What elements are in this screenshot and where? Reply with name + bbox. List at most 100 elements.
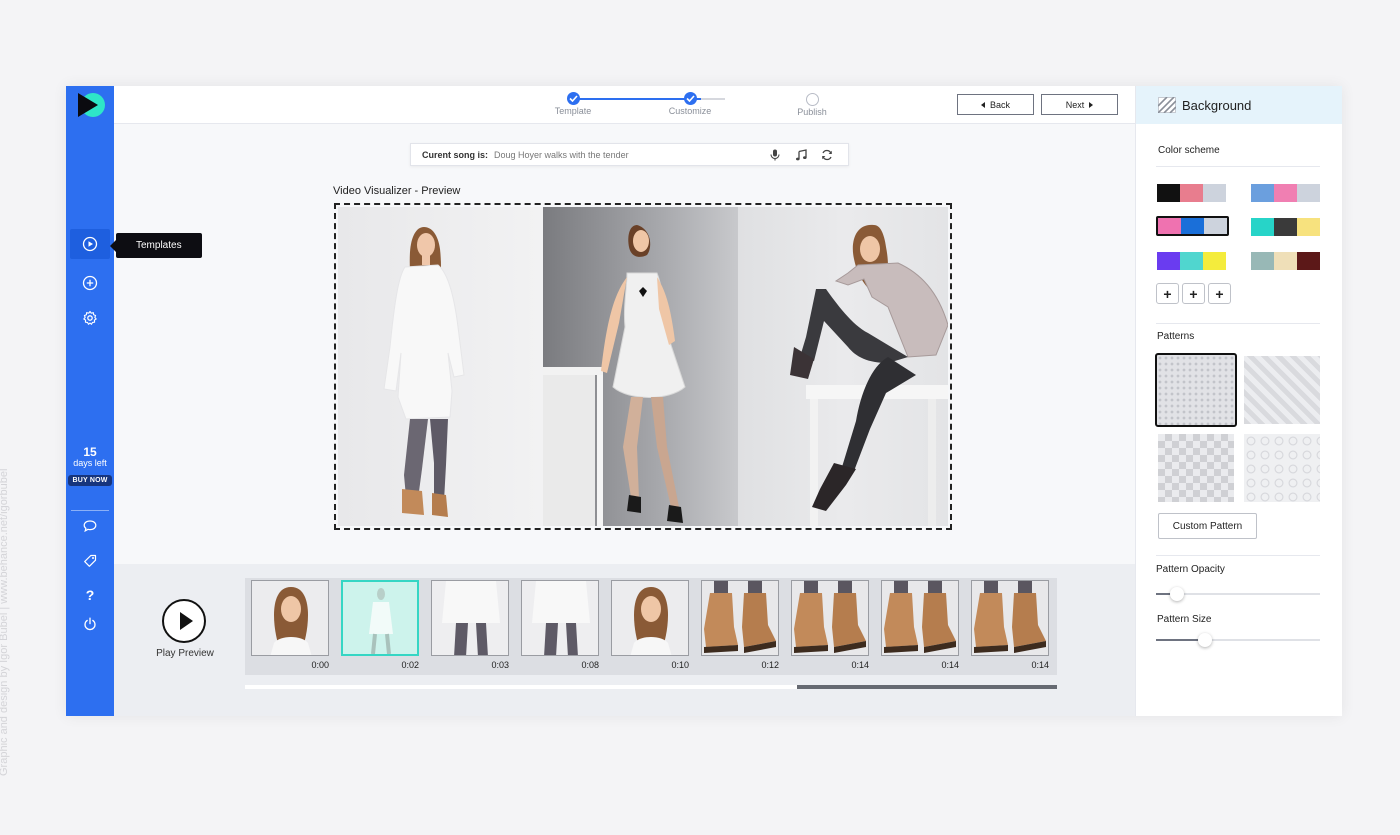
- color-scheme-swatch[interactable]: [1250, 251, 1321, 271]
- divider: [1156, 166, 1320, 167]
- color-scheme-swatch[interactable]: [1250, 217, 1321, 237]
- step-done-indicator: [566, 92, 580, 105]
- step-label: Customize: [668, 106, 712, 116]
- panel-header: Background: [1136, 86, 1342, 124]
- swatch-color: [1157, 252, 1180, 270]
- color-scheme-label: Color scheme: [1158, 145, 1220, 156]
- thumbnail-frame[interactable]: [971, 580, 1049, 656]
- timeline-scrollbar[interactable]: [245, 685, 1058, 689]
- app-logo[interactable]: [76, 92, 106, 118]
- slider-handle[interactable]: [1198, 633, 1213, 647]
- slider-handle[interactable]: [1170, 587, 1185, 601]
- pattern-diamonds[interactable]: [1158, 434, 1234, 502]
- thumbnail-image: [252, 581, 328, 655]
- step-publish[interactable]: Publish: [772, 93, 852, 117]
- timeline-thumbnail[interactable]: 0:14: [791, 580, 869, 675]
- thumbnail-image: [343, 582, 417, 654]
- sidebar-item-chat[interactable]: [70, 511, 110, 541]
- pattern-stripes[interactable]: [1244, 356, 1320, 424]
- buy-now-button[interactable]: BUY NOW: [68, 475, 112, 486]
- pattern-size-slider[interactable]: [1156, 633, 1320, 647]
- sidebar-item-settings[interactable]: [70, 303, 110, 333]
- pattern-circles[interactable]: [1244, 434, 1320, 502]
- pattern-opacity-label: Pattern Opacity: [1156, 564, 1225, 575]
- thumbnail-strip: 0:00 0:02 0:03 0:08 0:10 0:12 0:14 0:14 …: [245, 578, 1057, 675]
- color-scheme-swatch[interactable]: [1156, 183, 1227, 203]
- thumbnail-frame[interactable]: [701, 580, 779, 656]
- add-color-scheme-button[interactable]: +: [1182, 283, 1205, 304]
- step-label: Publish: [797, 107, 827, 117]
- timeline-scrollbar-thumb[interactable]: [797, 685, 1058, 689]
- timeline-thumbnail[interactable]: 0:14: [881, 580, 959, 675]
- swatch-color: [1251, 252, 1274, 270]
- thumbnail-image: [432, 581, 508, 655]
- thumbnail-frame[interactable]: [881, 580, 959, 656]
- timeline-thumbnail[interactable]: 0:14: [971, 580, 1049, 675]
- timeline-thumbnail[interactable]: 0:08: [521, 580, 599, 675]
- back-button-label: Back: [989, 99, 1010, 110]
- custom-pattern-button[interactable]: Custom Pattern: [1158, 513, 1257, 539]
- chat-bubble-icon: [83, 520, 97, 533]
- preview-photo-standing-model: [338, 207, 543, 526]
- sidebar-item-help[interactable]: ?: [70, 580, 110, 610]
- add-color-scheme-button[interactable]: +: [1208, 283, 1231, 304]
- thumbnail-frame[interactable]: [341, 580, 419, 656]
- timeline: Play Preview 0:00 0:02 0:03 0:08 0:10 0:…: [114, 564, 1135, 716]
- swatch-color: [1274, 218, 1297, 236]
- thumbnail-image: [522, 581, 598, 655]
- step-pending-indicator: [805, 93, 819, 106]
- thumbnail-frame[interactable]: [791, 580, 869, 656]
- microphone-icon[interactable]: [768, 148, 782, 162]
- timeline-thumbnail[interactable]: 0:00: [251, 580, 329, 675]
- timeline-thumbnail[interactable]: 0:03: [431, 580, 509, 675]
- sidebar-item-tag[interactable]: [70, 546, 110, 576]
- thumbnail-frame[interactable]: [521, 580, 599, 656]
- color-scheme-swatch[interactable]: [1156, 251, 1227, 271]
- thumbnail-image: [972, 581, 1048, 655]
- sidebar-item-add[interactable]: [70, 268, 110, 298]
- sidebar-item-power[interactable]: [70, 609, 110, 639]
- swatch-color: [1204, 218, 1227, 234]
- swatch-color: [1251, 184, 1274, 202]
- swatch-color: [1180, 252, 1203, 270]
- swatch-color: [1274, 184, 1297, 202]
- current-song-label: Curent song is:: [422, 149, 489, 160]
- video-preview[interactable]: [334, 203, 952, 530]
- play-preview-button[interactable]: [162, 599, 206, 643]
- check-icon: [568, 95, 578, 102]
- swatch-color: [1297, 252, 1320, 270]
- timeline-thumbnail[interactable]: 0:02: [341, 580, 419, 675]
- pattern-opacity-slider[interactable]: [1156, 587, 1320, 601]
- thumbnail-frame[interactable]: [611, 580, 689, 656]
- tag-icon: [84, 554, 97, 567]
- color-scheme-swatch[interactable]: [1250, 183, 1321, 203]
- add-color-scheme-button[interactable]: +: [1156, 283, 1179, 304]
- step-customize[interactable]: Customize: [650, 92, 730, 116]
- thumbnail-image: [612, 581, 688, 655]
- thumbnail-time: 0:00: [311, 660, 329, 670]
- timeline-thumbnail[interactable]: 0:12: [701, 580, 779, 675]
- color-scheme-swatch[interactable]: [1156, 216, 1229, 236]
- thumbnail-image: [792, 581, 868, 655]
- thumbnail-time: 0:03: [491, 660, 509, 670]
- sidebar: 15 days left BUY NOW ?: [66, 86, 114, 716]
- music-note-icon[interactable]: [794, 148, 808, 162]
- progress-stepper: Template Customize Publish: [526, 92, 827, 120]
- song-actions: [768, 148, 834, 162]
- pattern-dots[interactable]: [1155, 353, 1237, 427]
- thumbnail-frame[interactable]: [431, 580, 509, 656]
- sidebar-item-templates[interactable]: [70, 229, 110, 259]
- step-template[interactable]: Template: [533, 92, 613, 116]
- swatch-color: [1297, 218, 1320, 236]
- check-icon: [685, 95, 695, 102]
- timeline-thumbnail[interactable]: 0:10: [611, 580, 689, 675]
- thumbnail-frame[interactable]: [251, 580, 329, 656]
- refresh-icon[interactable]: [820, 148, 834, 162]
- play-icon: [180, 612, 193, 630]
- panel-title: Background: [1182, 97, 1252, 113]
- next-button[interactable]: Next: [1041, 94, 1118, 115]
- step-label: Template: [554, 106, 592, 116]
- back-button[interactable]: Back: [957, 94, 1034, 115]
- swatch-color: [1157, 184, 1180, 202]
- app-window: 15 days left BUY NOW ? Templates Templat…: [66, 86, 1342, 716]
